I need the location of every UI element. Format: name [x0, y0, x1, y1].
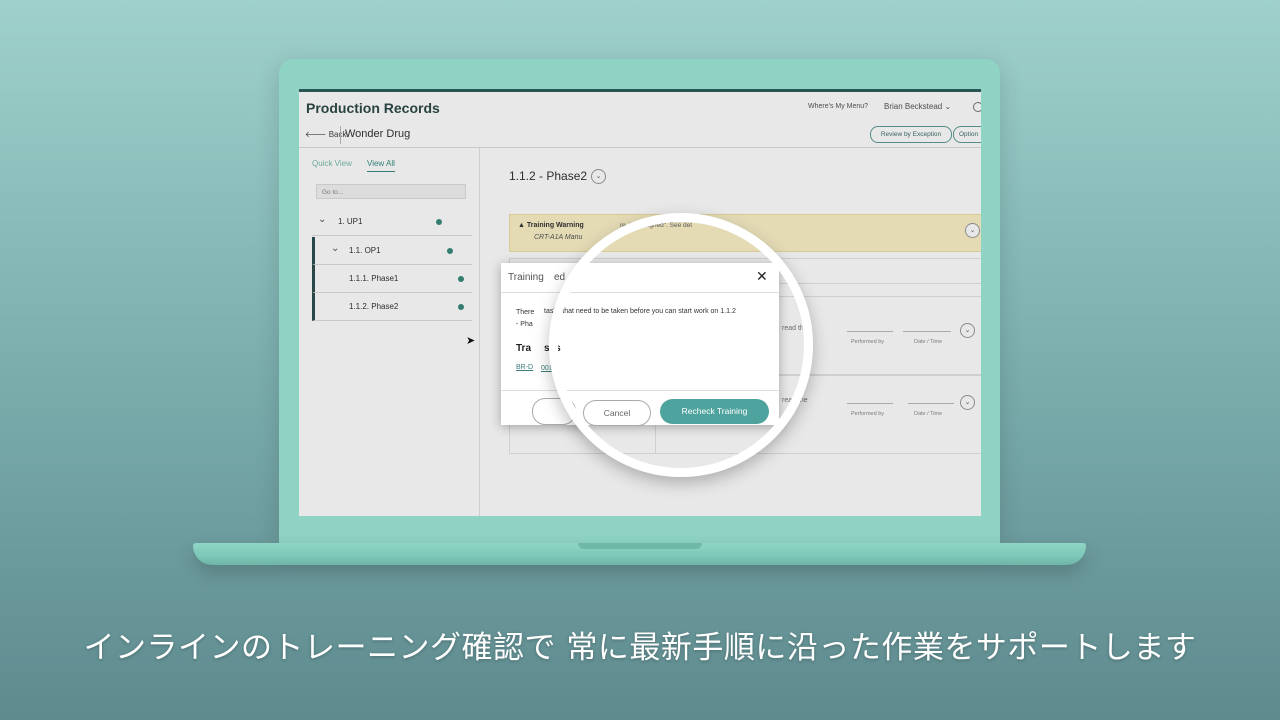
- dialog-title: Training: [508, 272, 544, 283]
- dialog-message-end: - Pha: [516, 321, 533, 328]
- laptop-notch: [578, 543, 702, 549]
- mouse-cursor-icon: ➤: [466, 334, 476, 347]
- magnifier-ring: [549, 213, 813, 477]
- task-link[interactable]: BR-D: [516, 364, 533, 371]
- dialog-title-rest: ed: [554, 272, 566, 283]
- caption: インラインのトレーニング確認で 常に最新手順に沿った作業をサポートします: [83, 630, 1197, 666]
- tasks-heading: Tra: [516, 343, 532, 354]
- dialog-message-start: There: [516, 309, 535, 316]
